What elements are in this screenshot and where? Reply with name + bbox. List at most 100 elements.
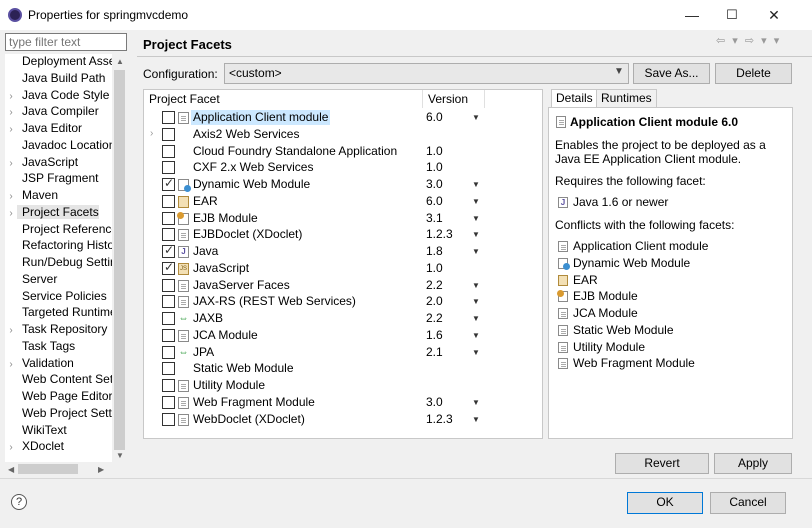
nav-item[interactable]: JSP Fragment (5, 170, 115, 187)
facet-row[interactable]: ✓ J Java 1.8 ▼ (144, 243, 542, 260)
facet-version[interactable]: 6.0 (426, 110, 443, 125)
facet-row[interactable]: ⇔ JPA 2.1 ▼ (144, 344, 542, 361)
nav-item[interactable]: Web Content Settings (5, 371, 115, 388)
tab-runtimes[interactable]: Runtimes (596, 89, 657, 108)
version-dropdown-icon[interactable]: ▼ (472, 177, 480, 192)
facet-row[interactable]: CXF 2.x Web Services 1.0 (144, 159, 542, 176)
nav-item[interactable]: › Java Editor (5, 120, 115, 137)
facet-version[interactable]: 3.1 (426, 211, 443, 226)
facet-checkbox[interactable]: ✓ (162, 260, 175, 275)
minimize-button[interactable]: — (672, 0, 712, 30)
facet-checkbox[interactable] (162, 412, 175, 426)
version-dropdown-icon[interactable]: ▼ (472, 395, 480, 410)
facet-row[interactable]: EJB Module 3.1 ▼ (144, 210, 542, 227)
facet-checkbox[interactable] (162, 395, 175, 409)
facet-row[interactable]: ⇔ JAXB 2.2 ▼ (144, 310, 542, 327)
nav-item[interactable]: › Task Repository (5, 321, 115, 338)
tab-details[interactable]: Details (551, 89, 598, 109)
version-dropdown-icon[interactable]: ▼ (472, 294, 480, 309)
facet-checkbox[interactable] (162, 278, 175, 292)
facet-row[interactable]: ✓ JS JavaScript 1.0 (144, 260, 542, 277)
close-button[interactable]: ✕ (754, 0, 794, 30)
chevron-right-icon[interactable]: › (5, 322, 17, 338)
facet-row[interactable]: JCA Module 1.6 ▼ (144, 327, 542, 344)
nav-item[interactable]: Refactoring History (5, 237, 115, 254)
nav-item[interactable]: Java Build Path (5, 70, 115, 87)
chevron-right-icon[interactable]: › (5, 155, 17, 171)
facet-version[interactable]: 2.2 (426, 311, 443, 326)
facet-version[interactable]: 2.0 (426, 294, 443, 309)
nav-item[interactable]: Service Policies (5, 288, 115, 305)
nav-item[interactable]: Task Tags (5, 338, 115, 355)
version-dropdown-icon[interactable]: ▼ (472, 244, 480, 259)
version-dropdown-icon[interactable]: ▼ (472, 412, 480, 427)
nav-item[interactable]: › Maven (5, 187, 115, 204)
facet-version[interactable]: 3.0 (426, 395, 443, 410)
facet-checkbox[interactable] (162, 161, 175, 175)
facet-version[interactable]: 6.0 (426, 194, 443, 209)
facet-checkbox[interactable] (162, 111, 175, 124)
nav-item[interactable]: WikiText (5, 422, 115, 439)
facet-checkbox[interactable] (162, 127, 175, 141)
configuration-select[interactable]: <custom> (224, 63, 629, 84)
nav-item[interactable]: Targeted Runtimes (5, 304, 115, 321)
facet-checkbox[interactable] (162, 312, 175, 325)
nav-item[interactable]: › Java Code Style (5, 87, 115, 104)
nav-item[interactable]: › XDoclet (5, 438, 115, 455)
nav-item[interactable]: Web Page Editor (5, 388, 115, 405)
facet-row[interactable]: JavaServer Faces 2.2 ▼ (144, 277, 542, 294)
version-dropdown-icon[interactable]: ▼ (472, 311, 480, 326)
nav-item[interactable]: Deployment Assembly (5, 54, 115, 70)
facet-row[interactable]: Web Fragment Module 3.0 ▼ (144, 394, 542, 411)
delete-button[interactable]: Delete (715, 63, 792, 84)
history-nav-arrows-icon[interactable]: ⇦ ▾ ⇨ ▾ ▾ (716, 34, 781, 47)
ok-button[interactable]: OK (627, 492, 703, 514)
facet-row[interactable]: EJBDoclet (XDoclet) 1.2.3 ▼ (144, 226, 542, 243)
nav-item[interactable]: › JavaScript (5, 154, 115, 171)
facet-version[interactable]: 1.8 (426, 244, 443, 259)
version-dropdown-icon[interactable]: ▼ (472, 328, 480, 343)
chevron-right-icon[interactable]: › (5, 439, 17, 455)
version-dropdown-icon[interactable]: ▼ (472, 227, 480, 242)
facet-row[interactable]: EAR 6.0 ▼ (144, 193, 542, 210)
nav-item[interactable]: Server (5, 271, 115, 288)
facet-version[interactable]: 2.2 (426, 278, 443, 293)
facet-version[interactable]: 2.1 (426, 345, 443, 360)
facet-version[interactable]: 1.2.3 (426, 227, 453, 242)
facet-row[interactable]: › Axis2 Web Services (144, 126, 542, 143)
help-icon[interactable]: ? (11, 494, 27, 510)
facet-checkbox[interactable]: ✓ (162, 176, 175, 191)
facet-checkbox[interactable] (162, 295, 175, 309)
version-dropdown-icon[interactable]: ▼ (472, 110, 480, 125)
facet-version[interactable]: 1.6 (426, 328, 443, 343)
facet-checkbox[interactable] (162, 194, 175, 208)
scroll-right-arrow-icon[interactable]: ▶ (98, 465, 104, 474)
nav-vertical-scroll-thumb[interactable] (114, 70, 125, 450)
maximize-button[interactable]: ☐ (712, 0, 752, 30)
facet-checkbox[interactable] (162, 328, 175, 342)
scroll-down-arrow-icon[interactable]: ▼ (116, 451, 124, 460)
chevron-right-icon[interactable]: › (5, 356, 17, 372)
version-column-header[interactable]: Version (423, 90, 485, 108)
facet-checkbox[interactable] (162, 144, 175, 158)
facet-row[interactable]: JAX-RS (REST Web Services) 2.0 ▼ (144, 293, 542, 310)
chevron-right-icon[interactable]: › (5, 121, 17, 137)
facet-row[interactable]: Application Client module 6.0 ▼ (144, 109, 542, 126)
chevron-right-icon[interactable]: › (150, 128, 153, 139)
apply-button[interactable]: Apply (714, 453, 792, 474)
chevron-down-icon[interactable]: ▼ (614, 66, 624, 77)
nav-item[interactable]: Javadoc Location (5, 137, 115, 154)
filter-input[interactable] (5, 33, 127, 51)
nav-item[interactable]: Run/Debug Settings (5, 254, 115, 271)
nav-item[interactable]: Web Project Settings (5, 405, 115, 422)
chevron-right-icon[interactable]: › (5, 88, 17, 104)
chevron-right-icon[interactable]: › (5, 205, 17, 221)
version-dropdown-icon[interactable]: ▼ (472, 345, 480, 360)
save-as-button[interactable]: Save As... (633, 63, 710, 84)
nav-item[interactable]: › Project Facets (5, 204, 115, 221)
nav-horizontal-scroll-thumb[interactable] (18, 464, 78, 474)
scroll-left-arrow-icon[interactable]: ◀ (8, 465, 14, 474)
facet-column-header[interactable]: Project Facet (144, 90, 423, 108)
facet-row[interactable]: WebDoclet (XDoclet) 1.2.3 ▼ (144, 411, 542, 428)
facet-row[interactable]: ✓ Dynamic Web Module 3.0 ▼ (144, 176, 542, 193)
